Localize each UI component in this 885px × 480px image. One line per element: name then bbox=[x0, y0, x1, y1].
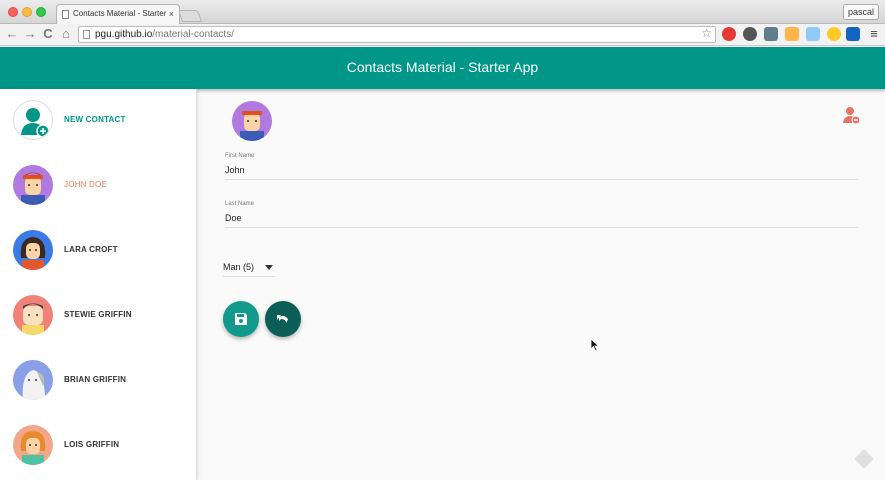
ruler-extension-icon[interactable] bbox=[785, 27, 799, 41]
sidebar-item-new-contact[interactable]: NEW CONTACT bbox=[0, 89, 197, 154]
stop-extension-icon[interactable] bbox=[722, 27, 736, 41]
s-extension-icon[interactable] bbox=[846, 27, 860, 41]
bookmark-star-icon[interactable]: ☆ bbox=[701, 26, 712, 41]
avatar bbox=[13, 360, 53, 400]
mouse-cursor-icon bbox=[590, 338, 600, 357]
first-name-field[interactable]: John bbox=[225, 165, 245, 175]
address-bar[interactable]: pgu.github.io/material-contacts/ ☆ bbox=[78, 26, 716, 43]
avatar bbox=[13, 230, 53, 270]
avatar bbox=[13, 165, 53, 205]
contacts-sidebar: NEW CONTACT JOHN DOE LARA CROFT STEWIE G… bbox=[0, 89, 197, 480]
reload-icon[interactable]: C bbox=[40, 26, 56, 42]
undo-button[interactable] bbox=[265, 301, 301, 337]
menu-icon[interactable]: ≡ bbox=[866, 26, 882, 42]
contact-avatar bbox=[232, 101, 272, 141]
sidebar-item-label: STEWIE GRIFFIN bbox=[64, 310, 132, 319]
avatar bbox=[13, 295, 53, 335]
back-icon[interactable]: ← bbox=[4, 26, 20, 42]
sidebar-item-label: LOIS GRIFFIN bbox=[64, 440, 120, 449]
save-icon bbox=[235, 313, 247, 325]
last-name-field[interactable]: Doe bbox=[225, 213, 242, 223]
sync-extension-icon[interactable] bbox=[743, 27, 757, 41]
sidebar-item-brian-griffin[interactable]: BRIAN GRIFFIN bbox=[0, 349, 197, 414]
profile-button[interactable]: pascal bbox=[842, 4, 879, 20]
sidebar-item-lois-griffin[interactable]: LOIS GRIFFIN bbox=[0, 414, 197, 479]
sidebar-item-john-doe[interactable]: JOHN DOE bbox=[0, 154, 197, 219]
forward-icon[interactable]: → bbox=[22, 26, 38, 42]
emoji-extension-icon[interactable] bbox=[827, 27, 841, 41]
add-contact-icon bbox=[13, 100, 53, 140]
url-path: /material-contacts/ bbox=[152, 29, 234, 40]
minimize-window-button[interactable] bbox=[22, 7, 32, 17]
first-name-label: First Name bbox=[225, 153, 255, 159]
sidebar-item-stewie-griffin[interactable]: STEWIE GRIFFIN bbox=[0, 284, 197, 349]
page-icon bbox=[83, 30, 90, 39]
close-window-button[interactable] bbox=[8, 7, 18, 17]
gender-select-value: Man (5) bbox=[223, 262, 255, 272]
gender-select[interactable]: Man (5) bbox=[223, 260, 275, 277]
first-name-underline bbox=[225, 179, 858, 180]
page-icon bbox=[62, 10, 69, 19]
tab-close-icon[interactable]: × bbox=[169, 5, 174, 23]
browser-titlebar: Contacts Material - Starter × pascal bbox=[0, 0, 885, 24]
app-title: Contacts Material - Starter App bbox=[346, 59, 539, 75]
sidebar-item-lara-croft[interactable]: LARA CROFT bbox=[0, 219, 197, 284]
avatar bbox=[13, 425, 53, 465]
url-host: pgu.github.io bbox=[95, 29, 153, 40]
home-icon[interactable]: ⌂ bbox=[58, 26, 74, 42]
sidebar-item-label: LARA CROFT bbox=[64, 245, 118, 254]
undo-icon bbox=[277, 315, 288, 323]
maximize-window-button[interactable] bbox=[36, 7, 46, 17]
app-toolbar: Contacts Material - Starter App bbox=[0, 47, 885, 89]
eyedropper-extension-icon[interactable] bbox=[764, 27, 778, 41]
remove-contact-icon[interactable] bbox=[841, 105, 861, 125]
browser-tab[interactable]: Contacts Material - Starter × bbox=[56, 4, 180, 24]
browser-toolbar: ← → C ⌂ pgu.github.io/material-contacts/… bbox=[0, 24, 885, 46]
last-name-underline bbox=[225, 227, 858, 228]
sidebar-item-label: NEW CONTACT bbox=[64, 115, 126, 124]
new-tab-button[interactable] bbox=[177, 10, 203, 22]
sidebar-item-label: JOHN DOE bbox=[64, 180, 107, 189]
camera-extension-icon[interactable] bbox=[806, 27, 820, 41]
chevron-down-icon bbox=[265, 265, 273, 270]
tab-title: Contacts Material - Starter bbox=[73, 9, 167, 18]
save-button[interactable] bbox=[223, 301, 259, 337]
contact-detail: First Name John Last Name Doe Man (5) bbox=[198, 89, 885, 480]
last-name-label: Last Name bbox=[225, 201, 255, 207]
sidebar-item-label: BRIAN GRIFFIN bbox=[64, 375, 127, 384]
